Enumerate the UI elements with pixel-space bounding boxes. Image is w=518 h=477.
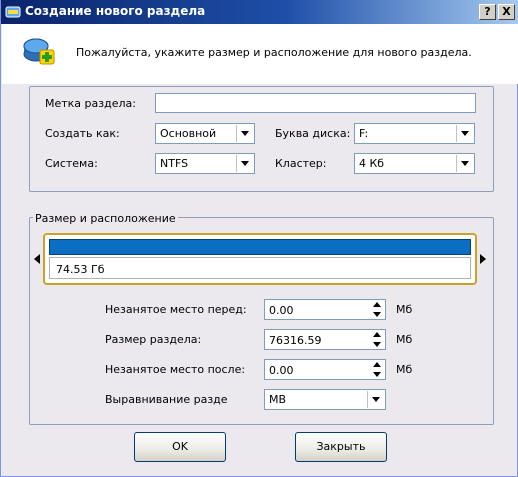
create-as-select[interactable]: Основной xyxy=(155,123,255,144)
free-before-input[interactable]: 0.00 xyxy=(264,299,386,320)
cluster-value: 4 Кб xyxy=(359,157,385,170)
dialog-window: Создание нового раздела ? X Пожалуйста, … xyxy=(0,0,518,477)
drive-letter-select[interactable]: F: xyxy=(354,123,475,144)
chevron-down-icon[interactable] xyxy=(456,155,473,172)
alignment-select[interactable]: MB xyxy=(264,389,386,410)
spin-up-icon[interactable] xyxy=(369,360,385,369)
partition-bar[interactable] xyxy=(49,239,471,255)
cluster-caption: Кластер: xyxy=(275,157,327,170)
spin-down-icon[interactable] xyxy=(369,340,385,349)
filesystem-caption: Система: xyxy=(45,157,98,170)
spin-up-icon[interactable] xyxy=(369,330,385,339)
title-bar[interactable]: Создание нового раздела ? X xyxy=(1,0,518,24)
spin-down-icon[interactable] xyxy=(369,370,385,379)
left-arrow-icon[interactable] xyxy=(34,254,40,264)
new-partition-icon xyxy=(23,38,55,65)
free-after-value: 0.00 xyxy=(269,364,294,377)
header-banner: Пожалуйста, укажите размер и расположени… xyxy=(2,24,518,84)
partition-size-text: 74.53 Гб xyxy=(56,263,105,276)
free-before-value: 0.00 xyxy=(269,304,294,317)
drive-letter-caption: Буква диска: xyxy=(275,127,351,140)
partition-size-caption: Размер раздела: xyxy=(105,333,202,346)
drive-letter-value: F: xyxy=(359,127,369,140)
create-as-caption: Создать как: xyxy=(45,127,120,140)
filesystem-select[interactable]: NTFS xyxy=(155,153,255,174)
close-button[interactable]: Закрыть xyxy=(295,432,387,462)
spin-down-icon[interactable] xyxy=(369,310,385,319)
right-arrow-icon[interactable] xyxy=(480,254,486,264)
free-before-unit: Мб xyxy=(396,303,413,316)
chevron-down-icon[interactable] xyxy=(236,125,253,142)
help-button[interactable]: ? xyxy=(479,4,496,20)
partition-size-value: 76316.59 xyxy=(269,334,322,347)
partition-size-input[interactable]: 76316.59 xyxy=(264,329,386,350)
filesystem-value: NTFS xyxy=(160,157,189,170)
spin-up-icon[interactable] xyxy=(369,300,385,309)
chevron-down-icon[interactable] xyxy=(456,125,473,142)
cluster-select[interactable]: 4 Кб xyxy=(354,153,475,174)
partition-size-display: 74.53 Гб xyxy=(49,257,471,279)
alignment-caption: Выравнивание разде xyxy=(105,393,228,406)
disk-icon xyxy=(5,6,21,18)
size-location-title: Размер и расположение xyxy=(33,212,178,225)
partition-label-caption: Метка раздела: xyxy=(45,97,136,110)
create-as-value: Основной xyxy=(160,127,217,140)
alignment-value: MB xyxy=(269,393,287,406)
window-title: Создание нового раздела xyxy=(25,4,206,18)
free-after-caption: Незанятое место после: xyxy=(105,363,246,376)
header-instructions: Пожалуйста, укажите размер и расположени… xyxy=(76,46,472,59)
partition-size-unit: Мб xyxy=(396,333,413,346)
chevron-down-icon[interactable] xyxy=(236,155,253,172)
free-after-input[interactable]: 0.00 xyxy=(264,359,386,380)
free-before-caption: Незанятое место перед: xyxy=(105,303,247,316)
partition-map[interactable]: 74.53 Гб xyxy=(43,233,477,285)
chevron-down-icon[interactable] xyxy=(367,391,384,408)
partition-label-input[interactable] xyxy=(155,93,476,113)
ok-button[interactable]: OK xyxy=(134,432,226,462)
close-window-button[interactable]: X xyxy=(498,4,515,20)
free-after-unit: Мб xyxy=(396,363,413,376)
